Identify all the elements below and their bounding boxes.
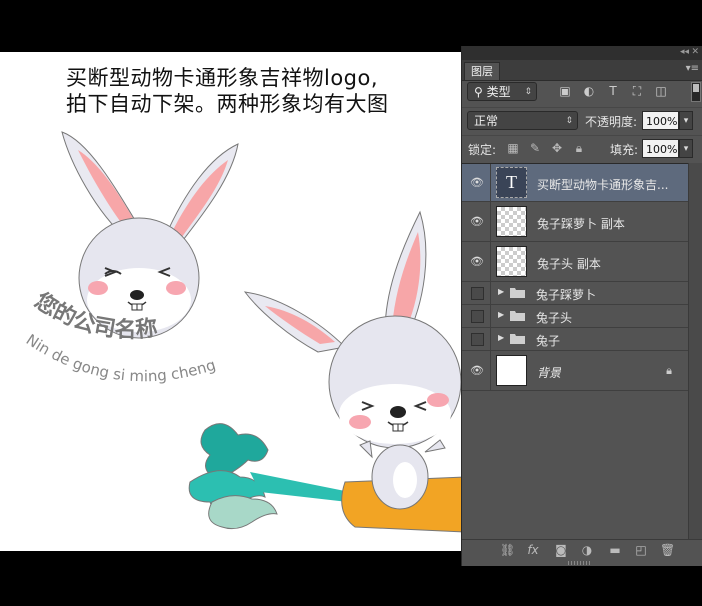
- eye-icon[interactable]: 👁︎: [470, 176, 484, 190]
- folder-icon: [510, 288, 525, 298]
- rabbit-on-carrot: [243, 210, 462, 510]
- visibility-toggle[interactable]: [471, 333, 484, 346]
- eye-icon[interactable]: 👁︎: [470, 215, 484, 229]
- layers-list: 👁︎ T 买断型动物卡通形象吉... 👁︎ 兔子踩萝卜 副本 👁︎ 兔子头 副本…: [462, 163, 688, 544]
- eye-column-divider: [490, 202, 491, 241]
- close-icon[interactable]: ✕: [691, 47, 699, 57]
- eye-column-divider: [490, 351, 491, 390]
- blend-row: 正常 ⇕ 不透明度: 100% ▾: [462, 107, 702, 134]
- carrot-leaves: [188, 423, 350, 530]
- layer-thumbnail: [496, 246, 527, 277]
- expand-arrow-icon[interactable]: ▶: [498, 310, 504, 319]
- layer-mask-icon[interactable]: ◙: [554, 543, 568, 557]
- background-layer-row[interactable]: 👁︎ 背景 🔒︎: [462, 351, 688, 391]
- text-layer-thumbnail: T: [496, 167, 527, 198]
- panel-menu-icon[interactable]: ▾≡: [686, 63, 699, 74]
- lock-image-icon[interactable]: ✎: [528, 141, 542, 155]
- rabbit-head-logo: [61, 131, 239, 339]
- eye-icon[interactable]: 👁︎: [470, 364, 484, 378]
- updown-arrow-icon: ⇕: [524, 87, 532, 97]
- link-layers-icon[interactable]: ⛓: [500, 543, 515, 557]
- new-group-icon[interactable]: ▬: [608, 543, 622, 557]
- expand-arrow-icon[interactable]: ▶: [498, 333, 504, 342]
- fill-dropdown-icon[interactable]: ▾: [679, 139, 693, 158]
- filter-type-label: 类型: [486, 85, 511, 99]
- document-canvas[interactable]: 买断型动物卡通形象吉祥物logo, 拍下自动下架。两种形象均有大图 您的公司名称…: [0, 52, 462, 551]
- filter-type-select[interactable]: ⚲ 类型 ⇕: [467, 82, 537, 101]
- folder-icon: [510, 334, 525, 344]
- layer-row[interactable]: 👁︎ 兔子踩萝卜 副本: [462, 202, 688, 242]
- layer-row[interactable]: 👁︎ 兔子头 副本: [462, 242, 688, 282]
- lock-row: 锁定: ▦ ✎ ✥ 🔒︎ 填充: 100% ▾: [462, 135, 702, 162]
- expand-arrow-icon[interactable]: ▶: [498, 287, 504, 296]
- layers-scrollbar[interactable]: [688, 163, 702, 543]
- type-filter-icon[interactable]: T: [606, 84, 620, 98]
- layer-name[interactable]: 买断型动物卡通形象吉...: [537, 176, 685, 193]
- shape-filter-icon[interactable]: ⛶: [630, 84, 644, 98]
- eye-column-divider: [490, 242, 491, 281]
- updown-arrow-icon: ⇕: [565, 116, 573, 126]
- blend-mode-select[interactable]: 正常 ⇕: [467, 111, 578, 130]
- adjustment-filter-icon[interactable]: ◐: [582, 84, 596, 98]
- layer-name[interactable]: 背景: [537, 364, 561, 381]
- opacity-dropdown-icon[interactable]: ▾: [679, 111, 693, 130]
- eye-icon[interactable]: 👁︎: [470, 255, 484, 269]
- image-filter-icon[interactable]: ▣: [558, 84, 572, 98]
- smart-object-filter-icon[interactable]: ◫: [654, 84, 668, 98]
- lock-label: 锁定:: [468, 143, 497, 157]
- group-name[interactable]: 兔子头: [536, 309, 572, 326]
- lock-icon: 🔒︎: [666, 364, 672, 377]
- visibility-toggle[interactable]: [471, 287, 484, 300]
- adjustment-layer-icon[interactable]: ◑: [580, 543, 594, 557]
- filter-toggle-switch[interactable]: [691, 82, 701, 102]
- group-row[interactable]: ▶ 兔子头: [462, 305, 688, 328]
- double-chevron-left-icon[interactable]: ◂◂: [680, 47, 689, 57]
- layer-row[interactable]: 👁︎ T 买断型动物卡通形象吉...: [462, 164, 688, 202]
- panel-resize-grip[interactable]: [568, 561, 592, 565]
- tab-layers[interactable]: 图层: [464, 62, 500, 80]
- eye-column-divider: [490, 164, 491, 201]
- panel-tab-row: 图层 ▾≡: [462, 60, 702, 81]
- trash-icon[interactable]: 🗑︎: [660, 543, 675, 557]
- fx-icon[interactable]: fx: [526, 543, 540, 557]
- eye-column-divider: [490, 305, 491, 327]
- blend-mode-value: 正常: [474, 114, 499, 128]
- layer-name[interactable]: 兔子头 副本: [537, 255, 601, 272]
- eye-column-divider: [490, 328, 491, 350]
- layers-panel: ◂◂ ✕ 图层 ▾≡ ⚲ 类型 ⇕ ▣ ◐ T ⛶ ◫ 正常 ⇕ 不透明度: 1…: [461, 46, 702, 566]
- fill-input[interactable]: 100%: [642, 139, 679, 158]
- fill-label: 填充:: [610, 143, 639, 157]
- lock-all-icon[interactable]: 🔒︎: [572, 141, 586, 155]
- rabbit-artwork: 您的公司名称 Nin de gong si ming cheng: [23, 131, 462, 533]
- layer-filter-row: ⚲ 类型 ⇕ ▣ ◐ T ⛶ ◫: [462, 80, 702, 106]
- background-thumbnail: [496, 355, 527, 386]
- group-name[interactable]: 兔子: [536, 332, 560, 349]
- folder-icon: [510, 311, 525, 321]
- layers-footer: ⛓ fx ◙ ◑ ▬ ◰ 🗑︎: [462, 539, 702, 561]
- layer-name[interactable]: 兔子踩萝卜 副本: [537, 215, 625, 232]
- group-name[interactable]: 兔子踩萝卜: [536, 286, 596, 303]
- new-layer-icon[interactable]: ◰: [634, 543, 648, 557]
- layer-thumbnail: [496, 206, 527, 237]
- group-row[interactable]: ▶ 兔子: [462, 328, 688, 351]
- group-row[interactable]: ▶ 兔子踩萝卜: [462, 282, 688, 305]
- opacity-label: 不透明度:: [585, 115, 638, 129]
- opacity-input[interactable]: 100%: [642, 111, 679, 130]
- search-icon: ⚲: [474, 85, 487, 99]
- eye-column-divider: [490, 282, 491, 304]
- visibility-toggle[interactable]: [471, 310, 484, 323]
- panel-titlebar: ◂◂ ✕: [462, 46, 702, 60]
- lock-position-icon[interactable]: ✥: [550, 141, 564, 155]
- lock-transparency-icon[interactable]: ▦: [506, 141, 520, 155]
